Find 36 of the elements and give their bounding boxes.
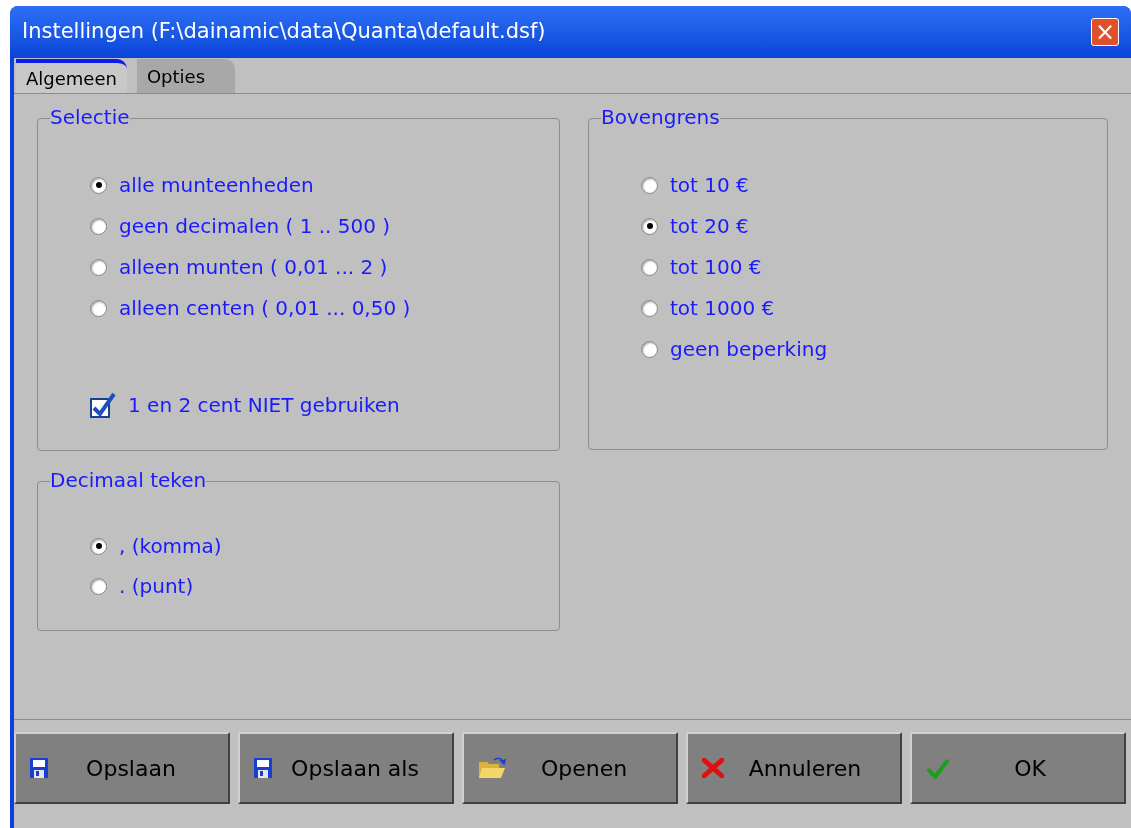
option-label: , (komma) [119,534,222,558]
radio-button[interactable] [90,537,107,555]
radio-button[interactable] [641,176,658,194]
radio-button[interactable] [90,176,107,194]
checkbox-label: 1 en 2 cent NIET gebruiken [128,392,400,419]
option-label: alleen munten ( 0,01 ... 2 ) [119,255,388,279]
dialog-button[interactable]: Openen [462,732,678,804]
option-label: alleen centen ( 0,01 ... 0,50 ) [119,296,411,320]
radio-button[interactable] [641,258,658,276]
radio-button[interactable] [641,340,658,358]
dialog-button[interactable]: OK [910,732,1126,804]
radio-button[interactable] [90,217,107,235]
radio-button[interactable] [90,577,107,595]
radio-button[interactable] [90,258,107,276]
radio-button[interactable] [90,299,107,317]
option-label: tot 10 € [670,173,749,197]
tab[interactable]: Opties [136,59,235,93]
dialog-button[interactable]: Opslaan [14,732,230,804]
checkbox[interactable] [90,392,116,418]
dialog-button[interactable]: Annuleren [686,732,902,804]
radio-button[interactable] [641,299,658,317]
dialog-button[interactable]: Opslaan als [238,732,454,804]
option-label: geen beperking [670,337,828,361]
option-label: tot 1000 € [670,296,775,320]
option-label: tot 20 € [670,214,749,238]
close-button[interactable]: × [1091,18,1119,46]
option-label: tot 100 € [670,255,762,279]
option-label: . (punt) [119,574,194,598]
tab[interactable]: Algemeen [16,59,127,93]
option-label: alle munteenheden [119,173,314,197]
option-label: geen decimalen ( 1 .. 500 ) [119,214,391,238]
radio-button[interactable] [641,217,658,235]
window-title: Instellingen (F:\dainamic\data\Quanta\default.dsf) [22,18,547,46]
checkmark-icon [926,757,950,779]
cross-icon [702,758,724,778]
folder-icon [478,756,506,780]
